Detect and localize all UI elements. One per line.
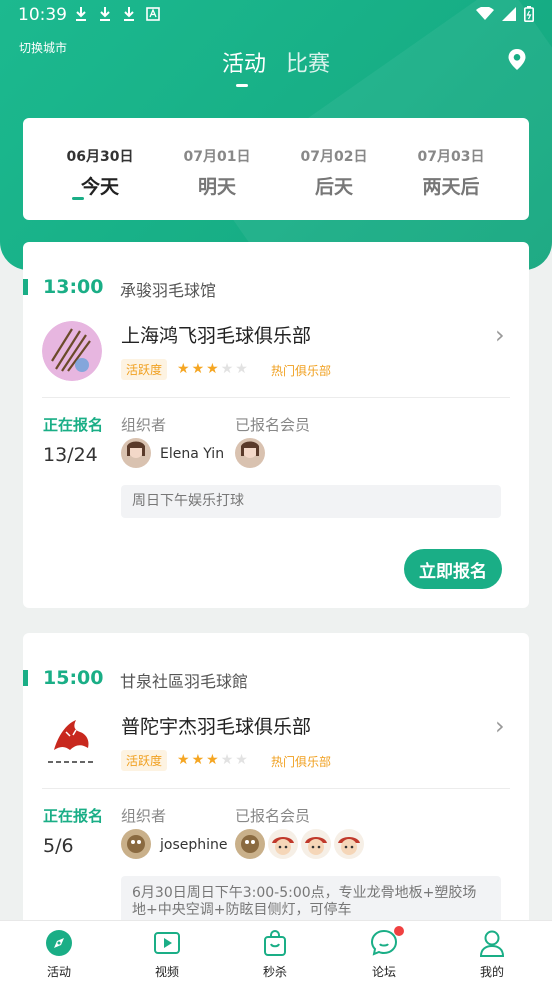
hot-club-tag: 热门俱乐部 [271, 755, 332, 769]
status-time: 10:39 [18, 5, 67, 25]
member-avatar[interactable] [301, 829, 331, 859]
tab-label: 视频 [154, 965, 179, 979]
organizer-name: josephine [160, 837, 228, 853]
tab-label: 论坛 [371, 965, 396, 979]
date-tab-tomorrow[interactable]: 07月01日 明天 [167, 146, 267, 199]
tab-profile[interactable]: 我的 [452, 929, 532, 980]
event-venue: 承骏羽毛球馆 [120, 281, 217, 300]
member-avatar[interactable] [334, 829, 364, 859]
registration-count: 5/6 [43, 835, 74, 857]
hot-club-tag: 热门俱乐部 [271, 364, 332, 378]
date-number: 07月01日 [183, 149, 251, 165]
event-card[interactable]: 13:00 承骏羽毛球馆 上海鸿飞羽毛球俱乐部 › 活跃度 ★ ★ ★ ★ ★ … [23, 242, 529, 608]
signal-icon [502, 7, 516, 21]
date-label: 明天 [197, 176, 236, 198]
club-logo[interactable] [42, 321, 102, 381]
member-avatar[interactable] [235, 829, 265, 859]
star-icon: ★ [206, 361, 219, 377]
notification-badge [394, 926, 404, 936]
time-marker [23, 279, 28, 295]
member-avatar[interactable] [268, 829, 298, 859]
date-tab-two-days-after[interactable]: 07月03日 两天后 [401, 146, 501, 199]
status-bar: 10:39 [0, 0, 552, 30]
event-description: 周日下午娱乐打球 [121, 485, 501, 518]
tab-activities[interactable]: 活动 [222, 46, 266, 87]
register-button[interactable]: 立即报名 [404, 549, 502, 589]
organizer-avatar[interactable] [121, 438, 151, 468]
event-card[interactable]: 15:00 甘泉社區羽毛球館 普陀宇杰羽毛球俱乐部 › 活跃度 ★ ★ ★ ★ … [23, 633, 529, 933]
compass-icon [46, 930, 72, 956]
rating-stars: ★ ★ ★ ★ ★ [177, 361, 248, 377]
play-icon [154, 932, 180, 954]
date-tab-today[interactable]: 06月30日 今天 [50, 146, 150, 199]
star-icon: ★ [191, 752, 205, 768]
members-label: 已报名会员 [235, 416, 311, 434]
registration-status: 正在报名 [43, 416, 104, 434]
date-label: 今天 [80, 176, 119, 198]
organizer-avatar[interactable] [121, 829, 151, 859]
shopping-bag-icon [264, 930, 286, 956]
star-icon: ★ [177, 361, 190, 377]
divider [42, 788, 510, 789]
date-tab-day-after[interactable]: 07月02日 后天 [284, 146, 384, 199]
activity-level-tag: 活跃度 [121, 750, 168, 771]
download-icon [100, 7, 110, 21]
date-label: 后天 [314, 176, 353, 198]
event-venue: 甘泉社區羽毛球館 [120, 672, 249, 691]
download-icon [76, 7, 86, 21]
date-number: 07月02日 [300, 149, 368, 165]
date-active-indicator [72, 197, 84, 200]
organizer-label: 组织者 [121, 416, 167, 434]
tab-matches[interactable]: 比赛 [286, 46, 330, 78]
tab-label: 秒杀 [262, 965, 287, 979]
status-notifications [74, 6, 160, 22]
date-number: 06月30日 [66, 149, 134, 165]
time-marker [23, 670, 28, 686]
tab-flash-sale[interactable]: 秒杀 [235, 929, 315, 980]
date-selector: 06月30日 今天 07月01日 明天 07月02日 后天 07月03日 两天后 [23, 118, 529, 220]
rating-stars: ★ ★ ★ ★ ★ [177, 752, 248, 768]
tab-video[interactable]: 视频 [127, 929, 207, 980]
tab-forum[interactable]: 论坛 [344, 929, 424, 980]
registration-count: 13/24 [43, 444, 98, 466]
switch-city-button[interactable]: 切换城市 [19, 39, 67, 56]
top-tabs: 活动 比赛 [222, 46, 330, 87]
organizer-label: 组织者 [121, 807, 167, 825]
star-icon: ★ [191, 361, 205, 377]
member-avatar[interactable] [235, 438, 265, 468]
star-icon: ★ [206, 752, 219, 768]
organizer-name: Elena Yin [160, 446, 225, 462]
star-icon: ★ [177, 752, 190, 768]
star-icon: ★ [220, 361, 234, 377]
star-icon: ★ [235, 361, 248, 377]
status-system-icons [476, 6, 534, 22]
chevron-right-icon[interactable]: › [495, 321, 505, 349]
members-label: 已报名会员 [235, 807, 311, 825]
tab-label: 活动 [46, 965, 71, 979]
location-pin-icon[interactable] [506, 48, 528, 72]
download-icon [124, 7, 134, 21]
tab-activities-bottom[interactable]: 活动 [19, 929, 99, 980]
star-icon: ★ [235, 752, 248, 768]
chevron-right-icon[interactable]: › [495, 712, 505, 740]
club-name[interactable]: 上海鸿飞羽毛球俱乐部 [121, 321, 311, 348]
club-logo[interactable] [42, 712, 102, 772]
divider [42, 397, 510, 398]
club-name[interactable]: 普陀宇杰羽毛球俱乐部 [121, 712, 311, 739]
bottom-tab-bar: 活动 视频 秒杀 论坛 我的 [0, 920, 552, 981]
user-icon [479, 930, 505, 957]
event-time: 13:00 [43, 276, 104, 298]
activity-level-tag: 活跃度 [121, 359, 168, 380]
tab-label: 我的 [479, 965, 504, 979]
star-icon: ★ [220, 752, 234, 768]
event-time: 15:00 [43, 667, 104, 689]
registration-status: 正在报名 [43, 807, 104, 825]
battery-icon [524, 6, 534, 22]
wifi-icon [476, 7, 494, 20]
date-label: 两天后 [422, 176, 480, 198]
date-number: 07月03日 [417, 149, 485, 165]
font-icon [146, 7, 160, 21]
